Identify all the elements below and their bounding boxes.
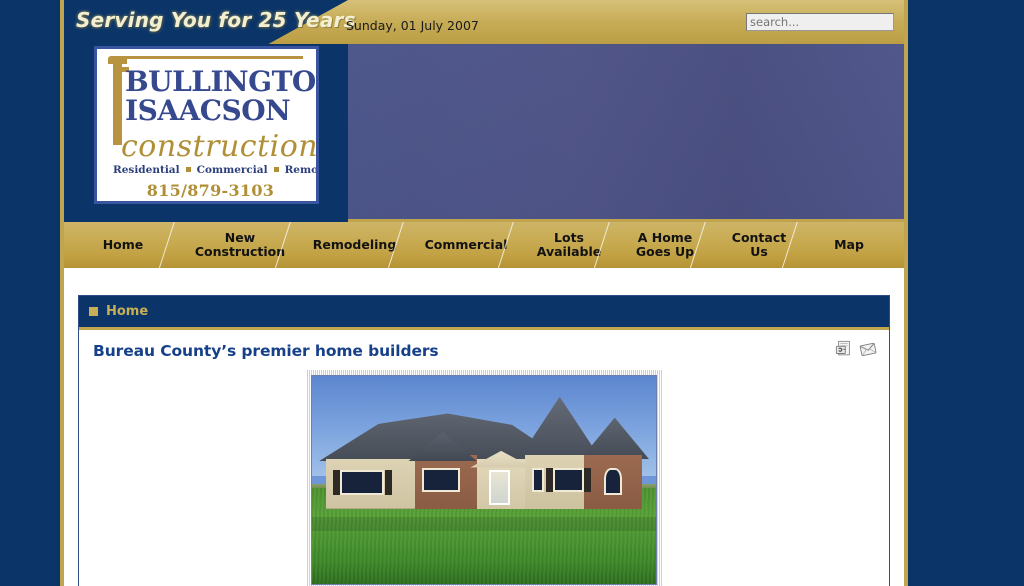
house-shutter-4 [584,467,592,493]
separator-square-icon [185,167,191,172]
house-front-door [489,469,510,505]
article-image-frame [306,370,662,586]
content-panel: Home Bureau County’s premier home builde… [78,295,890,586]
house-window-5 [604,467,622,495]
logo-phone: 815/879-3103 [146,181,275,200]
logo-service-remodeling: Remodeling [284,164,319,176]
square-bullet-icon [89,307,98,316]
breadcrumb: Home [79,296,889,330]
search-box[interactable] [746,11,894,31]
article: Bureau County’s premier home builders [79,330,889,586]
print-icon[interactable] [835,340,853,358]
page-border-left [60,0,64,586]
header-band: BULLINGTON ISAACSON construction Residen… [64,44,904,222]
article-tools [835,340,877,358]
logo-service-commercial: Commercial [196,164,268,176]
nav-item-map[interactable]: Map [805,222,893,268]
article-title: Bureau County’s premier home builders [93,342,439,360]
page-root: Serving You for 25 Years Sunday, 01 July… [0,0,1024,586]
house-shutter-1 [333,469,341,495]
email-icon[interactable] [859,340,877,358]
nav-item-contact-us[interactable]: Contact Us [713,222,805,268]
house-window-4 [552,467,584,493]
house-window-1 [339,469,385,495]
logo-service-residential: Residential [113,164,180,176]
house-window-2 [422,467,460,493]
separator-square-icon [273,167,279,172]
current-date: Sunday, 01 July 2007 [346,18,479,33]
logo-name-line2: ISAACSON [125,94,291,127]
logo-services: Residential Commercial Remodeling [113,164,316,176]
content-area: Home Bureau County’s premier home builde… [64,268,904,586]
nav-item-new-construction[interactable]: New Construction [182,222,298,268]
house-shutter-2 [385,469,393,495]
company-logo[interactable]: BULLINGTON ISAACSON construction Residen… [94,46,319,204]
header-topbar: Serving You for 25 Years Sunday, 01 July… [64,0,904,44]
search-input[interactable] [746,13,894,31]
house-window-3 [532,467,545,493]
nav-item-lots-available[interactable]: Lots Available [521,222,617,268]
house-shutter-3 [545,467,553,493]
breadcrumb-label: Home [106,304,149,319]
main-navigation: Home New Construction Remodeling Commerc… [64,222,904,268]
header-banner-image [348,44,904,222]
house-photo [311,375,657,585]
nav-item-a-home-goes-up[interactable]: A Home Goes Up [617,222,713,268]
logo-rule [113,56,303,59]
logo-script-word: construction [121,129,319,164]
page-border-right [904,0,908,586]
nav-item-home[interactable]: Home [64,222,182,268]
site-tagline: Serving You for 25 Years [76,8,356,32]
